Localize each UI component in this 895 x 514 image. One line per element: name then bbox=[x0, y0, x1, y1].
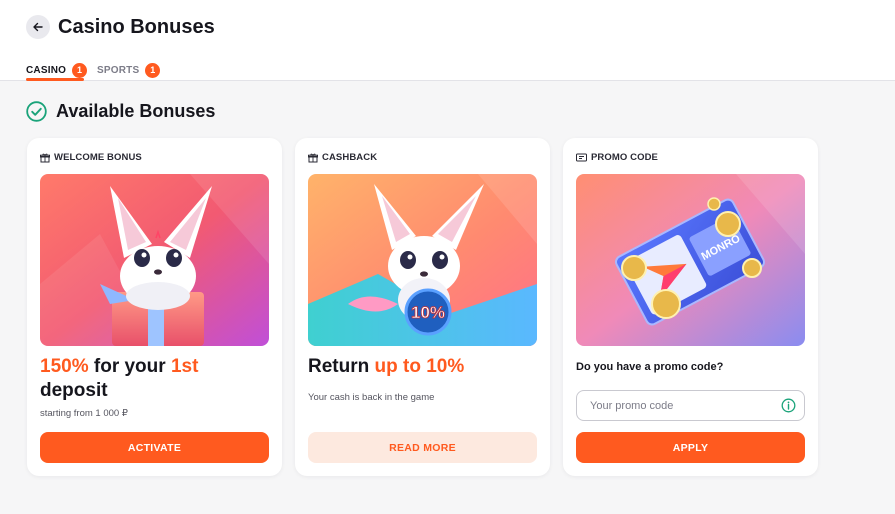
bonus-subtext: starting from 1 000 ₽ bbox=[40, 408, 128, 419]
ticket-icon bbox=[576, 153, 587, 162]
cashback-image: 10% bbox=[308, 174, 537, 346]
tab-sports[interactable]: SPORTS 1 bbox=[97, 60, 161, 80]
bonus-headline: 150% for your 1st deposit bbox=[40, 356, 199, 401]
bonus-headline: Return up to 10% bbox=[308, 356, 465, 377]
bonus-subtext: Your cash is back in the game bbox=[308, 392, 435, 403]
card-label-text: WELCOME BONUS bbox=[54, 152, 142, 163]
bonus-card-cashback: CASHBACK 10% Return up to 10% Your cash … bbox=[295, 138, 550, 476]
section-header: Available Bonuses bbox=[26, 101, 215, 122]
promo-question: Do you have a promo code? bbox=[576, 361, 724, 373]
count-badge: 1 bbox=[72, 62, 88, 78]
promo-code-image: MONRO bbox=[576, 174, 805, 346]
tab-label: SPORTS bbox=[97, 64, 140, 76]
gift-icon bbox=[308, 153, 318, 162]
info-icon[interactable] bbox=[781, 398, 796, 413]
bonus-card-welcome: WELCOME BONUS 150% for your 1st deposit … bbox=[27, 138, 282, 476]
activate-button[interactable]: ACTIVATE bbox=[40, 432, 269, 463]
card-label: PROMO CODE bbox=[576, 152, 658, 163]
check-circle-icon bbox=[26, 101, 47, 122]
bonuses-section: Available Bonuses WELCOME BONUS 150% for… bbox=[0, 81, 895, 514]
section-title: Available Bonuses bbox=[56, 101, 216, 121]
back-button[interactable] bbox=[26, 15, 50, 39]
count-badge: 1 bbox=[145, 62, 161, 78]
card-label-text: PROMO CODE bbox=[591, 152, 658, 163]
top-bar: Casino Bonuses CASINO 1 SPORTS 1 bbox=[0, 0, 895, 81]
ten-percent-badge: 10% bbox=[411, 303, 445, 322]
apply-button[interactable]: APPLY bbox=[576, 432, 805, 463]
welcome-bonus-image bbox=[40, 174, 269, 346]
arrow-left-icon bbox=[33, 22, 43, 32]
promo-code-input[interactable] bbox=[577, 391, 777, 420]
bonus-card-promo: PROMO CODE MONRO Do you have a promo cod… bbox=[563, 138, 818, 476]
card-label-text: CASHBACK bbox=[322, 152, 378, 163]
tab-label: CASINO bbox=[26, 64, 67, 76]
tab-casino[interactable]: CASINO 1 bbox=[26, 60, 88, 80]
read-more-button[interactable]: READ MORE bbox=[308, 432, 537, 463]
promo-code-field bbox=[576, 390, 805, 421]
page-title: Casino Bonuses bbox=[58, 16, 215, 38]
card-label: CASHBACK bbox=[308, 152, 377, 163]
card-label: WELCOME BONUS bbox=[40, 152, 142, 163]
gift-icon bbox=[40, 153, 50, 162]
